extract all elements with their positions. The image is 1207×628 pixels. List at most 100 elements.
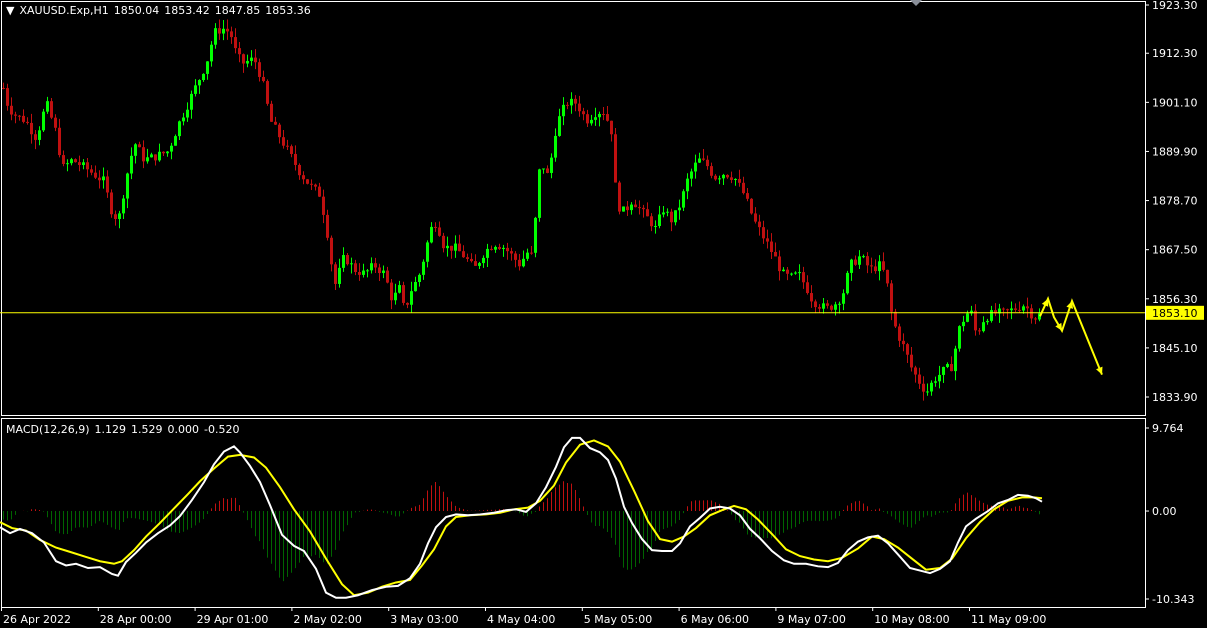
time-tick-label: 3 May 03:00 bbox=[390, 613, 458, 626]
bull-candle bbox=[194, 85, 197, 94]
macd-value-4: -0.520 bbox=[204, 423, 240, 436]
bull-candle bbox=[42, 111, 45, 131]
bull-candle bbox=[674, 210, 677, 223]
bull-candle bbox=[494, 246, 497, 250]
symbol-label: XAUUSD.Exp,H1 bbox=[19, 4, 109, 17]
bear-candle bbox=[378, 267, 381, 274]
bear-candle bbox=[322, 196, 325, 215]
bull-candle bbox=[190, 93, 193, 110]
bull-candle bbox=[1010, 308, 1013, 311]
bear-candle bbox=[614, 134, 617, 183]
bull-candle bbox=[686, 178, 689, 192]
bear-candle bbox=[330, 237, 333, 265]
bull-candle bbox=[666, 211, 669, 213]
bear-candle bbox=[326, 214, 329, 238]
bear-candle bbox=[58, 127, 61, 156]
macd-header: MACD(12,26,9) 1.129 1.529 0.000 -0.520 bbox=[6, 423, 245, 436]
time-tick-label: 5 May 05:00 bbox=[584, 613, 652, 626]
scroll-shift-marker-icon[interactable] bbox=[910, 0, 922, 6]
bear-candle bbox=[1002, 308, 1005, 310]
bull-candle bbox=[878, 261, 881, 272]
bull-candle bbox=[394, 292, 397, 301]
macd-tick-label: -10.343 bbox=[1152, 593, 1194, 606]
bear-candle bbox=[6, 88, 9, 106]
bear-candle bbox=[390, 282, 393, 301]
forecast-arrowhead-icon bbox=[1066, 300, 1074, 309]
bear-candle bbox=[1034, 318, 1037, 320]
bull-candle bbox=[842, 293, 845, 304]
bull-candle bbox=[522, 258, 525, 267]
bear-candle bbox=[974, 310, 977, 331]
bear-candle bbox=[114, 214, 117, 219]
bull-candle bbox=[798, 272, 801, 274]
bull-candle bbox=[658, 214, 661, 226]
bull-candle bbox=[486, 248, 489, 258]
bear-candle bbox=[810, 293, 813, 302]
bear-candle bbox=[286, 145, 289, 147]
time-tick-label: 28 Apr 00:00 bbox=[100, 613, 172, 626]
bull-candle bbox=[66, 163, 69, 165]
bull-candle bbox=[538, 169, 541, 218]
chart-menu-triangle-icon[interactable]: ▼ bbox=[6, 4, 14, 17]
bull-candle bbox=[134, 144, 137, 156]
macd-main-value: 1.129 bbox=[94, 423, 127, 436]
bull-candle bbox=[430, 226, 433, 243]
bear-candle bbox=[818, 307, 821, 309]
time-tick-label: 10 May 08:00 bbox=[874, 613, 949, 626]
bear-candle bbox=[294, 153, 297, 165]
bull-candle bbox=[966, 313, 969, 322]
bear-candle bbox=[138, 144, 141, 148]
bear-candle bbox=[902, 340, 905, 345]
bear-candle bbox=[274, 121, 277, 125]
bear-candle bbox=[30, 122, 33, 135]
bear-candle bbox=[266, 81, 269, 104]
bear-candle bbox=[710, 166, 713, 176]
bull-candle bbox=[174, 136, 177, 146]
bear-candle bbox=[2, 87, 5, 89]
bear-candle bbox=[474, 261, 477, 266]
bear-candle bbox=[894, 311, 897, 327]
bull-candle bbox=[982, 322, 985, 332]
bear-candle bbox=[714, 175, 717, 180]
time-tick-label: 6 May 06:00 bbox=[681, 613, 749, 626]
price-panel-border bbox=[1, 1, 1146, 416]
bear-candle bbox=[602, 113, 605, 115]
macd-tick-label: 9.764 bbox=[1152, 422, 1184, 435]
bull-candle bbox=[570, 98, 573, 106]
bear-candle bbox=[334, 264, 337, 284]
bear-candle bbox=[742, 182, 745, 194]
bear-candle bbox=[802, 272, 805, 283]
bear-candle bbox=[546, 168, 549, 173]
bear-candle bbox=[302, 175, 305, 180]
bull-candle bbox=[862, 256, 865, 258]
open-value: 1850.04 bbox=[113, 4, 160, 17]
bear-candle bbox=[898, 326, 901, 341]
bull-candle bbox=[178, 121, 181, 137]
bear-candle bbox=[230, 31, 233, 38]
time-tick-label: 4 May 04:00 bbox=[487, 613, 555, 626]
bear-candle bbox=[162, 151, 165, 154]
macd-panel-border bbox=[1, 418, 1146, 608]
bear-candle bbox=[506, 247, 509, 252]
bear-candle bbox=[458, 243, 461, 252]
bull-candle bbox=[198, 80, 201, 86]
bull-candle bbox=[150, 154, 153, 158]
bear-candle bbox=[646, 209, 649, 217]
bear-candle bbox=[402, 285, 405, 303]
bear-candle bbox=[50, 101, 53, 118]
bull-candle bbox=[338, 267, 341, 284]
bull-candle bbox=[858, 256, 861, 265]
bear-candle bbox=[310, 183, 313, 185]
bull-candle bbox=[542, 168, 545, 170]
bull-candle bbox=[454, 243, 457, 251]
bull-candle bbox=[550, 157, 553, 173]
bear-candle bbox=[1030, 308, 1033, 319]
bear-candle bbox=[306, 179, 309, 184]
price-tick-label: 1856.30 bbox=[1152, 293, 1198, 306]
bull-candle bbox=[482, 257, 485, 264]
bull-candle bbox=[418, 274, 421, 283]
bull-candle bbox=[782, 269, 785, 272]
bear-candle bbox=[670, 211, 673, 223]
bear-candle bbox=[498, 246, 501, 250]
bear-candle bbox=[830, 305, 833, 310]
